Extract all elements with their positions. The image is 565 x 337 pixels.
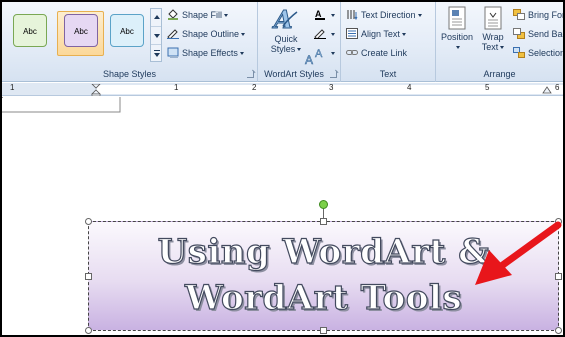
text-group: Text Direction Align Text Create Link Te… [341,2,436,82]
bring-forward-icon [513,9,525,20]
chevron-down-icon [331,14,335,17]
ruler-number: 1 [174,83,179,92]
shape-styles-group-label: Shape Styles [102,69,157,79]
document-page[interactable]: Using WordArt & WordArt Tools [2,97,563,335]
text-direction-label: Text Direction [361,10,416,20]
arrange-group: Position Wrap Text Bring For Send Bac Se… [436,2,563,82]
quick-styles-label-2: Styles [266,44,306,54]
align-text-icon [346,28,358,39]
dialog-launcher-icon[interactable] [330,71,337,78]
text-fill-button[interactable]: A [314,8,335,22]
wordart-styles-group: A Quick Styles A A A WordArt Styles [258,2,341,82]
paint-bucket-icon [168,9,178,20]
svg-text:A: A [315,48,323,58]
gallery-more-button[interactable] [151,45,161,63]
wrap-text-icon [484,6,502,30]
svg-text:A: A [315,9,322,19]
indent-marker-icon[interactable] [91,84,101,96]
link-icon [346,50,358,55]
text-effects-button[interactable]: A [314,46,335,60]
red-arrow-annotation [475,221,562,285]
ruler-number: 2 [252,83,257,92]
shape-fill-button[interactable]: Shape Fill [167,8,229,22]
text-effects-icon: A [315,48,323,58]
send-backward-button[interactable]: Send Bac [513,27,565,41]
right-indent-marker-icon[interactable] [542,85,552,95]
quick-styles-button[interactable]: A Quick Styles [266,5,306,54]
bring-forward-label: Bring For [528,10,565,20]
chevron-down-icon [331,33,335,36]
position-label: Position [440,32,474,42]
shape-fill-label: Shape Fill [182,10,223,20]
chevron-down-icon [239,52,244,55]
align-text-button[interactable]: Align Text [346,27,406,41]
chevron-down-icon [401,33,406,36]
position-icon [448,6,466,30]
position-button[interactable]: Position [438,6,476,52]
send-backward-icon [513,28,525,39]
shape-effects-icon [167,47,179,58]
shape-outline-button[interactable]: Shape Outline [167,27,246,41]
selection-pane-label: Selection [528,48,565,58]
text-fill-icon: A [315,9,325,20]
shape-styles-group: Abc Abc Abc Shape Fill Shape Outline Sha… [2,2,258,82]
text-direction-icon [347,10,358,20]
pen-outline-icon [167,29,179,39]
bring-forward-button[interactable]: Bring For [513,8,565,22]
chevron-down-icon [241,33,246,36]
shape-style-swatch-blue[interactable]: Abc [110,14,144,47]
chevron-down-icon [456,46,460,49]
gallery-up-button[interactable] [151,9,161,27]
gallery-down-button[interactable] [151,27,161,45]
wrap-text-label-2: Text [478,42,508,52]
wrap-text-label-1: Wrap [482,32,504,42]
shape-style-swatch-purple[interactable]: Abc [64,14,98,47]
ruler-number: 1 [10,83,15,92]
wrap-text-button[interactable]: Wrap Text [478,6,508,52]
wordart-styles-group-label: WordArt Styles [264,69,324,79]
text-outline-icon [314,29,326,39]
create-link-button[interactable]: Create Link [346,46,407,60]
text-outline-button[interactable] [314,27,335,41]
selection-pane-button[interactable]: Selection [513,46,565,60]
shape-effects-label: Shape Effects [182,48,238,58]
selection-pane-icon [513,47,525,58]
ruler-number: 5 [485,83,490,92]
text-group-label: Text [379,69,397,79]
ribbon: Abc Abc Abc Shape Fill Shape Outline Sha… [2,2,563,82]
chevron-down-icon [224,14,229,17]
shape-effects-button[interactable]: Shape Effects [167,46,244,60]
horizontal-ruler[interactable]: 1 1 2 3 4 5 6 [2,83,563,96]
shape-style-swatch-green[interactable]: Abc [13,14,47,47]
chevron-down-icon [331,52,335,55]
ruler-number: 4 [407,83,412,92]
quick-styles-label-1: Quick [274,34,298,44]
create-link-label: Create Link [361,48,408,58]
gallery-scrollbar[interactable] [150,8,162,62]
ruler-number: 6 [555,83,560,92]
svg-text:A: A [305,53,313,65]
text-direction-button[interactable]: Text Direction [346,8,422,22]
arrange-group-label: Arrange [483,69,516,79]
window-frame: Abc Abc Abc Shape Fill Shape Outline Sha… [0,0,565,337]
dialog-launcher-icon[interactable] [247,71,254,78]
shape-outline-label: Shape Outline [182,29,240,39]
chevron-down-icon [417,14,422,17]
wordart-a-icon: A [272,5,298,35]
ruler-number: 3 [329,83,334,92]
send-backward-label: Send Bac [528,29,565,39]
align-text-label: Align Text [361,29,400,39]
